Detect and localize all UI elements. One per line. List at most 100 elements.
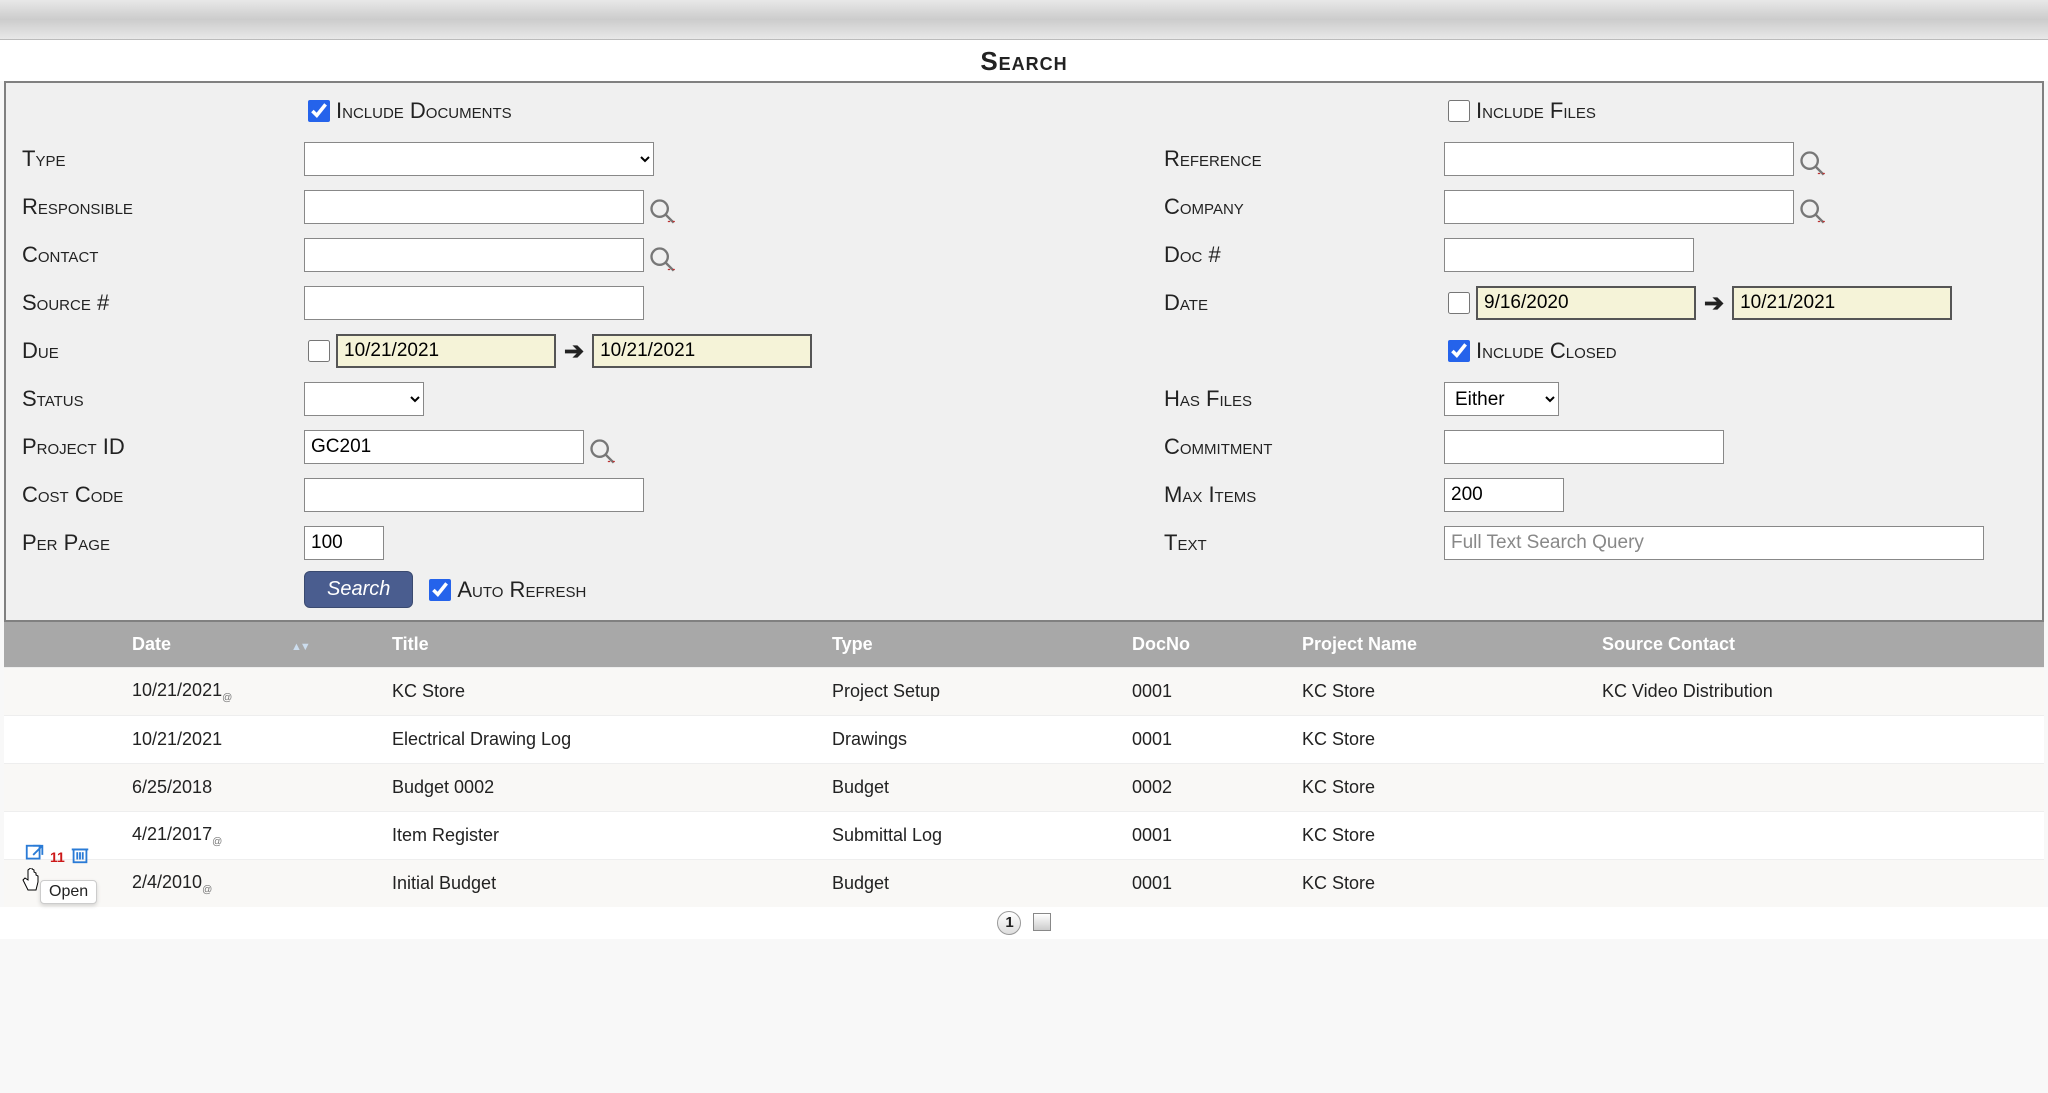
results-table: Date▲▼ Title Type DocNo Project Name Sou… (4, 622, 2044, 907)
col-date[interactable]: Date▲▼ (124, 628, 384, 661)
include-documents-checkbox[interactable] (308, 100, 330, 122)
lookup-icon[interactable] (588, 437, 616, 465)
source-no-label: Source # (14, 290, 304, 316)
auto-refresh-checkbox[interactable] (429, 579, 451, 601)
max-items-input[interactable] (1444, 478, 1564, 512)
row-hover-actions: 11 (14, 843, 91, 870)
type-label: Type (14, 146, 304, 172)
lookup-icon[interactable] (1798, 149, 1826, 177)
due-to-input[interactable] (592, 334, 812, 368)
cell-type: Budget (824, 771, 1124, 804)
lookup-icon[interactable] (648, 197, 676, 225)
reference-input[interactable] (1444, 142, 1794, 176)
cell-project: KC Store (1294, 771, 1594, 804)
company-input[interactable] (1444, 190, 1794, 224)
col-project[interactable]: Project Name (1294, 628, 1594, 661)
cell-contact (1594, 878, 2044, 890)
arrow-icon: ➔ (1696, 289, 1732, 318)
table-row[interactable]: 10/21/2021Electrical Drawing LogDrawings… (4, 715, 2044, 763)
cell-docno: 0001 (1124, 819, 1294, 852)
status-select[interactable] (304, 382, 424, 416)
date-to-input[interactable] (1732, 286, 1952, 320)
cell-project: KC Store (1294, 819, 1594, 852)
max-items-label: Max Items (1164, 482, 1444, 508)
responsible-input[interactable] (304, 190, 644, 224)
cost-code-input[interactable] (304, 478, 644, 512)
contact-input[interactable] (304, 238, 644, 272)
cell-date: 6/25/2018 (124, 771, 384, 804)
commitment-input[interactable] (1444, 430, 1724, 464)
cell-project: KC Store (1294, 867, 1594, 900)
pager: 1 (0, 907, 2048, 939)
source-no-input[interactable] (304, 286, 644, 320)
arrow-icon: ➔ (556, 337, 592, 366)
cell-type: Submittal Log (824, 819, 1124, 852)
cell-date: 10/21/2021@ (124, 674, 384, 710)
due-from-input[interactable] (336, 334, 556, 368)
auto-refresh-label: Auto Refresh (457, 577, 586, 603)
text-search-input[interactable] (1444, 526, 1984, 560)
project-id-input[interactable] (304, 430, 584, 464)
cell-date: 4/21/2017@ (124, 818, 384, 854)
cell-contact (1594, 734, 2044, 746)
text-label: Text (1164, 530, 1444, 556)
per-page-label: Per Page (14, 530, 304, 556)
cell-docno: 0002 (1124, 771, 1294, 804)
col-contact[interactable]: Source Contact (1594, 628, 2044, 661)
cell-title: KC Store (384, 675, 824, 708)
cell-docno: 0001 (1124, 675, 1294, 708)
cell-contact: KC Video Distribution (1594, 675, 2044, 708)
type-select[interactable] (304, 142, 654, 176)
commitment-label: Commitment (1164, 434, 1444, 460)
due-label: Due (14, 338, 304, 364)
search-panel: Include Documents Type Responsible Conta… (4, 81, 2044, 622)
cell-date: 2/4/2010@ (124, 866, 384, 902)
due-enable-checkbox[interactable] (308, 340, 330, 362)
include-files-label: Include Files (1476, 98, 1596, 124)
col-docno[interactable]: DocNo (1124, 628, 1294, 661)
date-label: Date (1164, 290, 1444, 316)
pager-toggle-button[interactable] (1033, 913, 1051, 931)
cell-project: KC Store (1294, 723, 1594, 756)
cell-project: KC Store (1294, 675, 1594, 708)
cost-code-label: Cost Code (14, 482, 304, 508)
include-closed-checkbox[interactable] (1448, 340, 1470, 362)
search-button[interactable]: Search (304, 571, 413, 608)
cell-docno: 0001 (1124, 723, 1294, 756)
date-enable-checkbox[interactable] (1448, 292, 1470, 314)
delete-icon[interactable] (69, 843, 91, 870)
cell-title: Budget 0002 (384, 771, 824, 804)
project-id-label: Project ID (14, 434, 304, 460)
include-documents-label: Include Documents (336, 98, 512, 124)
doc-no-input[interactable] (1444, 238, 1694, 272)
table-row[interactable]: 10/21/2021@KC StoreProject Setup0001KC S… (4, 667, 2044, 715)
lookup-icon[interactable] (648, 245, 676, 273)
contact-label: Contact (14, 242, 304, 268)
responsible-label: Responsible (14, 194, 304, 220)
reference-label: Reference (1164, 146, 1444, 172)
cell-type: Budget (824, 867, 1124, 900)
cell-title: Initial Budget (384, 867, 824, 900)
cell-title: Item Register (384, 819, 824, 852)
table-row[interactable]: 4/21/2017@Item RegisterSubmittal Log0001… (4, 811, 2044, 859)
col-title[interactable]: Title (384, 628, 824, 661)
cell-type: Drawings (824, 723, 1124, 756)
doc-no-label: Doc # (1164, 242, 1444, 268)
open-icon[interactable] (24, 843, 46, 870)
window-chrome-bar (0, 0, 2048, 40)
cell-contact (1594, 782, 2044, 794)
table-row[interactable]: 2/4/2010@Initial BudgetBudget0001KC Stor… (4, 859, 2044, 907)
per-page-input[interactable] (304, 526, 384, 560)
cell-docno: 0001 (1124, 867, 1294, 900)
lookup-icon[interactable] (1798, 197, 1826, 225)
results-header: Date▲▼ Title Type DocNo Project Name Sou… (4, 622, 2044, 667)
table-row[interactable]: 6/25/2018Budget 0002Budget0002KC Store (4, 763, 2044, 811)
status-label: Status (14, 386, 304, 412)
cell-contact (1594, 830, 2044, 842)
page-1-button[interactable]: 1 (997, 911, 1021, 935)
include-files-checkbox[interactable] (1448, 100, 1470, 122)
col-type[interactable]: Type (824, 628, 1124, 661)
cell-title: Electrical Drawing Log (384, 723, 824, 756)
has-files-select[interactable]: Either (1444, 382, 1559, 416)
date-from-input[interactable] (1476, 286, 1696, 320)
